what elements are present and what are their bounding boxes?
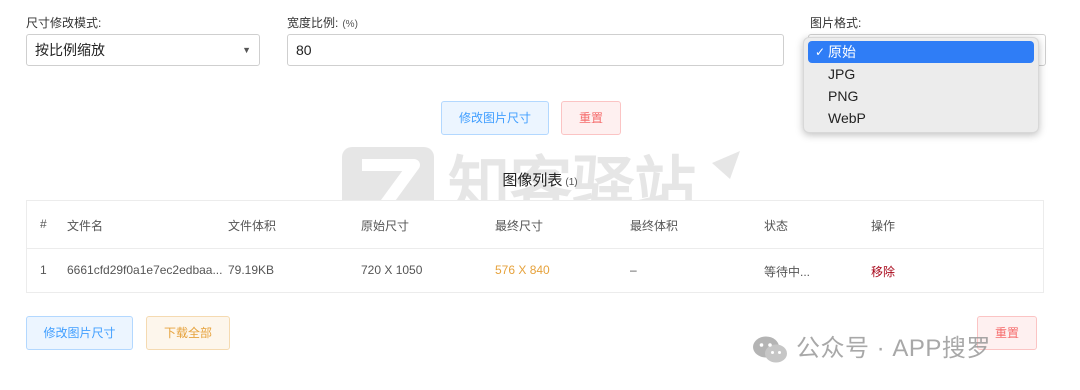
image-list-count: (1) [565, 177, 578, 188]
ratio-label-text: 宽度比例: [287, 16, 339, 30]
wechat-watermark: 公众号 · APP搜罗 [752, 328, 991, 365]
column-header-index: # [40, 217, 47, 231]
footer-resize-button[interactable]: 修改图片尺寸 [26, 316, 133, 350]
remove-link[interactable]: 移除 [871, 263, 895, 280]
format-option-jpg[interactable]: JPG [808, 63, 1034, 85]
image-table: # 文件名 文件体积 原始尺寸 最终尺寸 最终体积 状态 操作 1 6661cf… [26, 200, 1044, 293]
wechat-icon [753, 336, 787, 363]
row-index: 1 [40, 263, 47, 277]
format-dropdown: ✓ 原始 JPG PNG WebP [803, 37, 1039, 133]
checkmark-icon: ✓ [815, 45, 826, 59]
ratio-label: 宽度比例: (%) [287, 14, 358, 31]
column-header-filename: 文件名 [67, 219, 104, 233]
column-header-final-size: 最终体积 [630, 219, 679, 233]
resize-button[interactable]: 修改图片尺寸 [441, 101, 549, 135]
format-option-original[interactable]: ✓ 原始 [808, 41, 1034, 63]
reset-button[interactable]: 重置 [561, 101, 621, 135]
column-header-status: 状态 [764, 219, 789, 233]
mode-label: 尺寸修改模式: [26, 16, 102, 30]
image-list-title-text: 图像列表 [502, 172, 563, 189]
format-option-webp[interactable]: WebP [808, 107, 1034, 129]
row-final-filesize: – [630, 263, 637, 277]
row-status: 等待中... [764, 265, 811, 279]
row-original-size: 720 X 1050 [361, 263, 423, 277]
format-label: 图片格式: [810, 16, 862, 30]
format-option-label: WebP [828, 110, 866, 126]
mode-select[interactable]: 按比例缩放 ▼ [26, 34, 260, 66]
format-option-label: PNG [828, 88, 859, 104]
ratio-input[interactable]: 80 [287, 34, 784, 66]
row-filename: 6661cfd29f0a1e7ec2edbaa... [67, 263, 223, 277]
image-list-title: 图像列表 (1) [0, 169, 1080, 190]
ratio-input-value: 80 [296, 42, 312, 58]
column-header-original: 原始尺寸 [361, 219, 410, 233]
caret-down-icon: ▼ [242, 45, 251, 55]
row-final-size: 576 X 840 [495, 263, 550, 277]
format-option-label: 原始 [828, 44, 856, 60]
column-header-final: 最终尺寸 [495, 219, 544, 233]
ratio-unit: (%) [342, 19, 358, 30]
format-option-png[interactable]: PNG [808, 85, 1034, 107]
row-filesize: 79.19KB [228, 263, 275, 277]
wechat-text: 公众号 · APP搜罗 [796, 335, 991, 362]
mode-select-value: 按比例缩放 [35, 42, 105, 58]
column-header-actions: 操作 [871, 219, 896, 233]
format-option-label: JPG [828, 66, 856, 82]
download-all-button[interactable]: 下载全部 [146, 316, 230, 350]
column-header-filesize: 文件体积 [228, 219, 277, 233]
